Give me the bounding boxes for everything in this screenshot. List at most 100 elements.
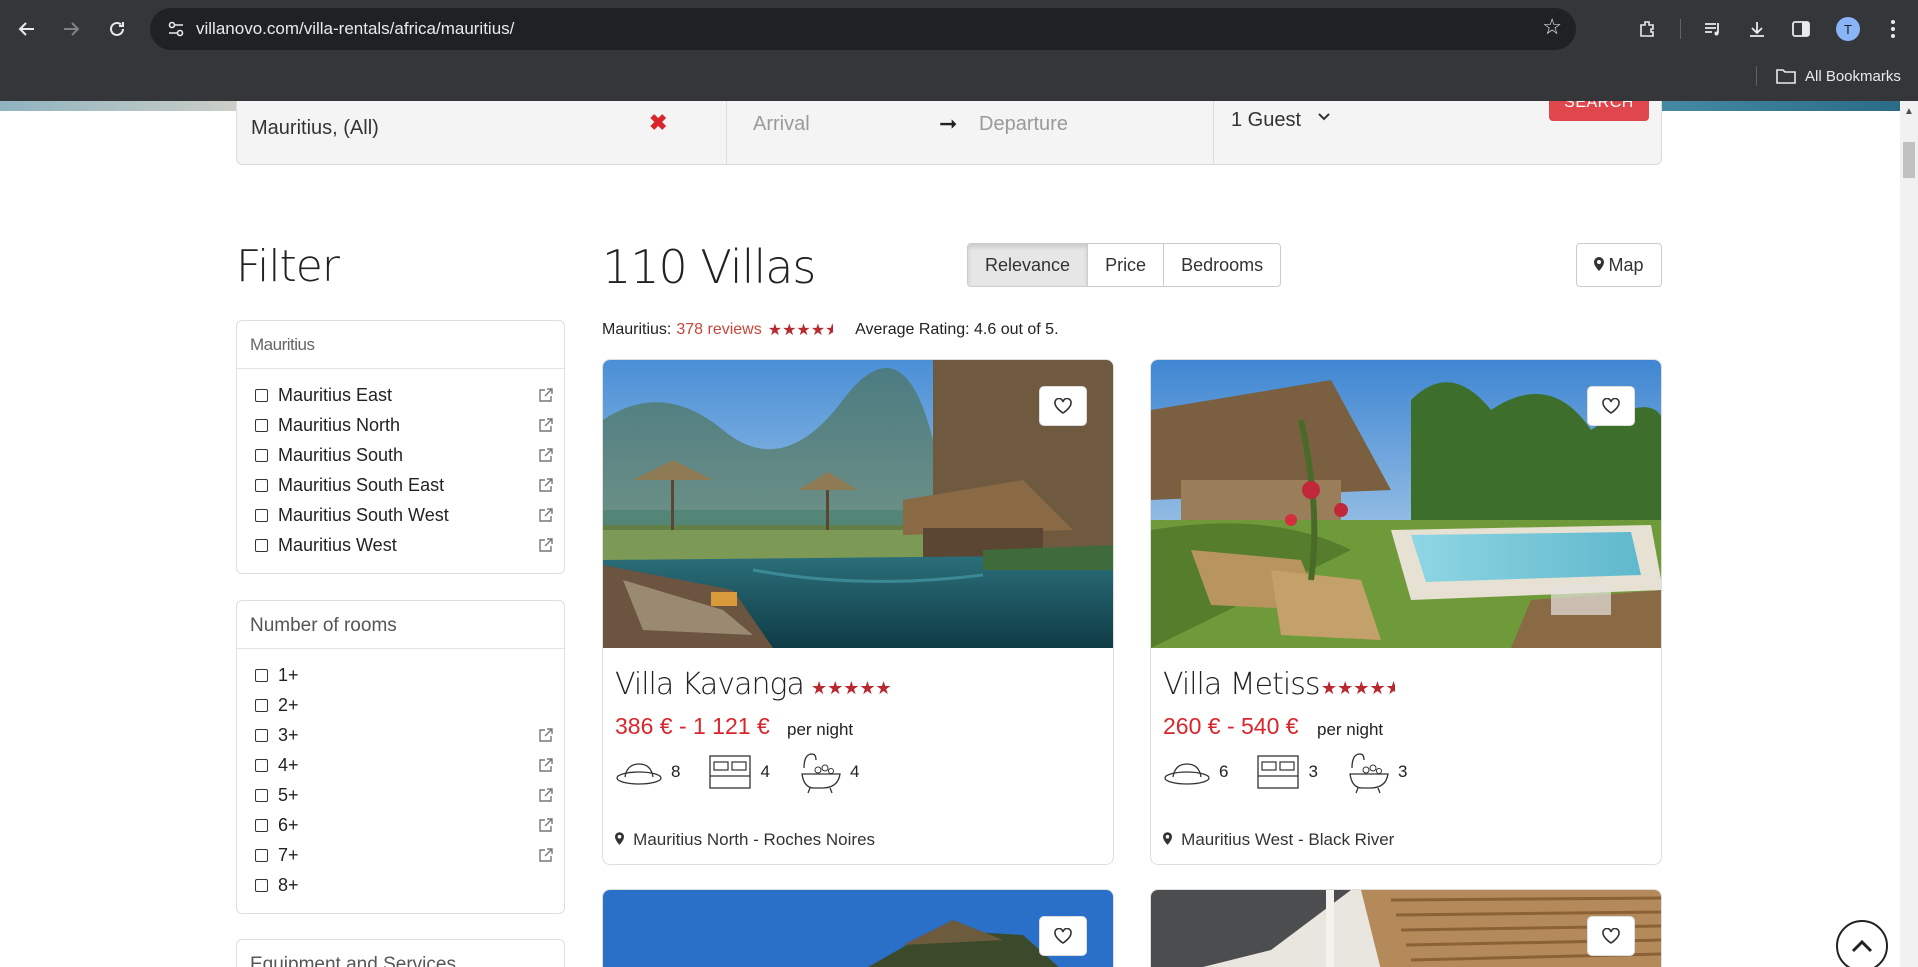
sort-relevance-button[interactable]: Relevance: [968, 244, 1089, 286]
checkbox[interactable]: [255, 818, 268, 832]
departure-field[interactable]: Departure: [979, 113, 1068, 136]
villa-card[interactable]: [1150, 889, 1662, 967]
villa-photo[interactable]: [603, 890, 1114, 967]
external-link-icon[interactable]: [538, 727, 554, 743]
favorite-heart-button[interactable]: [1587, 916, 1635, 956]
arrival-field[interactable]: Arrival: [753, 113, 810, 136]
external-link-icon[interactable]: [538, 387, 554, 403]
checkbox[interactable]: [255, 418, 268, 432]
rooms-option[interactable]: 7+: [237, 840, 564, 870]
villa-price: 260 € - 540 €: [1163, 713, 1299, 739]
guests-hat-icon: [1164, 763, 1210, 785]
side-panel-icon[interactable]: [1782, 10, 1820, 48]
rooms-option[interactable]: 3+: [237, 720, 564, 750]
region-option[interactable]: Mauritius South East: [237, 470, 564, 500]
checkbox[interactable]: [255, 848, 268, 862]
region-option[interactable]: Mauritius South West: [237, 500, 564, 530]
villa-location-text: Mauritius West - Black River: [1181, 830, 1395, 849]
checkbox[interactable]: [255, 478, 268, 492]
checkbox[interactable]: [255, 538, 268, 552]
checkbox[interactable]: [255, 448, 268, 462]
page-scrollbar[interactable]: [1900, 101, 1918, 967]
villa-card[interactable]: [602, 889, 1114, 967]
clear-destination-icon[interactable]: ✖: [649, 110, 667, 136]
guests-select[interactable]: 1 Guest: [1231, 109, 1301, 132]
villa-photo[interactable]: [1151, 360, 1662, 648]
region-option[interactable]: Mauritius West: [237, 530, 564, 560]
rooms-filter-panel: Number of rooms 1+ 2+ 3+ 4+ 5+ 6+ 7+ 8+: [236, 600, 565, 914]
region-option[interactable]: Mauritius South: [237, 440, 564, 470]
bookmarks-divider: [1756, 66, 1757, 86]
bedrooms-amenity: 3: [1256, 752, 1318, 792]
rooms-option-label: 6+: [278, 814, 299, 835]
villa-location: Mauritius North - Roches Noires: [615, 830, 875, 850]
extensions-icon[interactable]: [1628, 10, 1666, 48]
map-button[interactable]: Map: [1576, 243, 1662, 287]
rooms-option[interactable]: 1+: [237, 660, 564, 690]
villa-name[interactable]: Villa Kavanga: [615, 667, 805, 702]
checkbox[interactable]: [255, 758, 268, 772]
checkbox[interactable]: [255, 668, 268, 682]
external-link-icon[interactable]: [538, 417, 554, 433]
scroll-to-top-button[interactable]: [1836, 920, 1888, 967]
checkbox[interactable]: [255, 878, 268, 892]
reload-icon[interactable]: [98, 10, 136, 48]
villa-card[interactable]: Villa Kavanga ★★★★★ 386 € - 1 121 € per …: [602, 359, 1114, 865]
rooms-option[interactable]: 2+: [237, 690, 564, 720]
external-link-icon[interactable]: [538, 847, 554, 863]
rooms-option[interactable]: 8+: [237, 870, 564, 900]
region-option[interactable]: Mauritius North: [237, 410, 564, 440]
rooms-option[interactable]: 6+: [237, 810, 564, 840]
favorite-heart-button[interactable]: [1039, 386, 1087, 426]
checkbox[interactable]: [255, 508, 268, 522]
checkbox[interactable]: [255, 788, 268, 802]
sort-bedrooms-button[interactable]: Bedrooms: [1164, 244, 1281, 286]
external-link-icon[interactable]: [538, 447, 554, 463]
bedrooms-count: 3: [1308, 762, 1318, 781]
bed-icon: [709, 755, 752, 789]
rooms-option[interactable]: 5+: [237, 780, 564, 810]
villa-photo[interactable]: [1151, 890, 1662, 967]
url-text[interactable]: villanovo.com/villa-rentals/africa/mauri…: [196, 19, 514, 39]
region-option[interactable]: Mauritius East: [237, 380, 564, 410]
page-viewport: Mauritius, (All) ✖ Arrival ➞ Departure 1…: [0, 101, 1900, 967]
media-control-icon[interactable]: [1694, 10, 1732, 48]
favorite-heart-button[interactable]: [1039, 916, 1087, 956]
chevron-down-icon[interactable]: [1317, 109, 1331, 127]
checkbox[interactable]: [255, 728, 268, 742]
external-link-icon[interactable]: [538, 787, 554, 803]
external-link-icon[interactable]: [538, 817, 554, 833]
external-link-icon[interactable]: [538, 507, 554, 523]
scroll-up-arrow-icon[interactable]: ▲: [1904, 106, 1914, 117]
checkbox[interactable]: [255, 388, 268, 402]
external-link-icon[interactable]: [538, 477, 554, 493]
rooms-option[interactable]: 4+: [237, 750, 564, 780]
checkbox[interactable]: [255, 698, 268, 712]
villa-card[interactable]: Villa Metiss ★★★★★ 260 € - 540 € per nig…: [1150, 359, 1662, 865]
all-bookmarks-button[interactable]: All Bookmarks: [1776, 62, 1901, 90]
menu-kebab-icon[interactable]: [1874, 10, 1912, 48]
bedrooms-count: 4: [760, 762, 770, 781]
external-link-icon[interactable]: [538, 537, 554, 553]
location-pin-icon: [1163, 832, 1176, 849]
address-bar[interactable]: villanovo.com/villa-rentals/africa/mauri…: [150, 8, 1576, 50]
download-icon[interactable]: [1738, 10, 1776, 48]
search-button[interactable]: SEARCH: [1549, 101, 1649, 121]
forward-icon[interactable]: [52, 10, 90, 48]
back-icon[interactable]: [8, 10, 46, 48]
scrollbar-thumb[interactable]: [1903, 142, 1915, 178]
sort-price-button[interactable]: Price: [1088, 244, 1165, 286]
favorite-heart-button[interactable]: [1587, 386, 1635, 426]
average-rating-text: Average Rating: 4.6 out of 5.: [855, 321, 1059, 338]
reviews-link[interactable]: 378 reviews: [676, 321, 761, 339]
profile-avatar[interactable]: T: [1836, 17, 1860, 41]
all-bookmarks-label: All Bookmarks: [1805, 67, 1901, 85]
external-link-icon[interactable]: [538, 757, 554, 773]
site-settings-icon[interactable]: [164, 18, 188, 40]
region-option-label: Mauritius South East: [278, 474, 445, 495]
bookmark-star-icon[interactable]: ☆: [1542, 14, 1562, 40]
villa-name[interactable]: Villa Metiss: [1163, 667, 1320, 702]
rating-prefix: Mauritius:: [602, 321, 672, 338]
destination-field[interactable]: Mauritius, (All): [251, 117, 379, 140]
villa-photo[interactable]: [603, 360, 1114, 648]
